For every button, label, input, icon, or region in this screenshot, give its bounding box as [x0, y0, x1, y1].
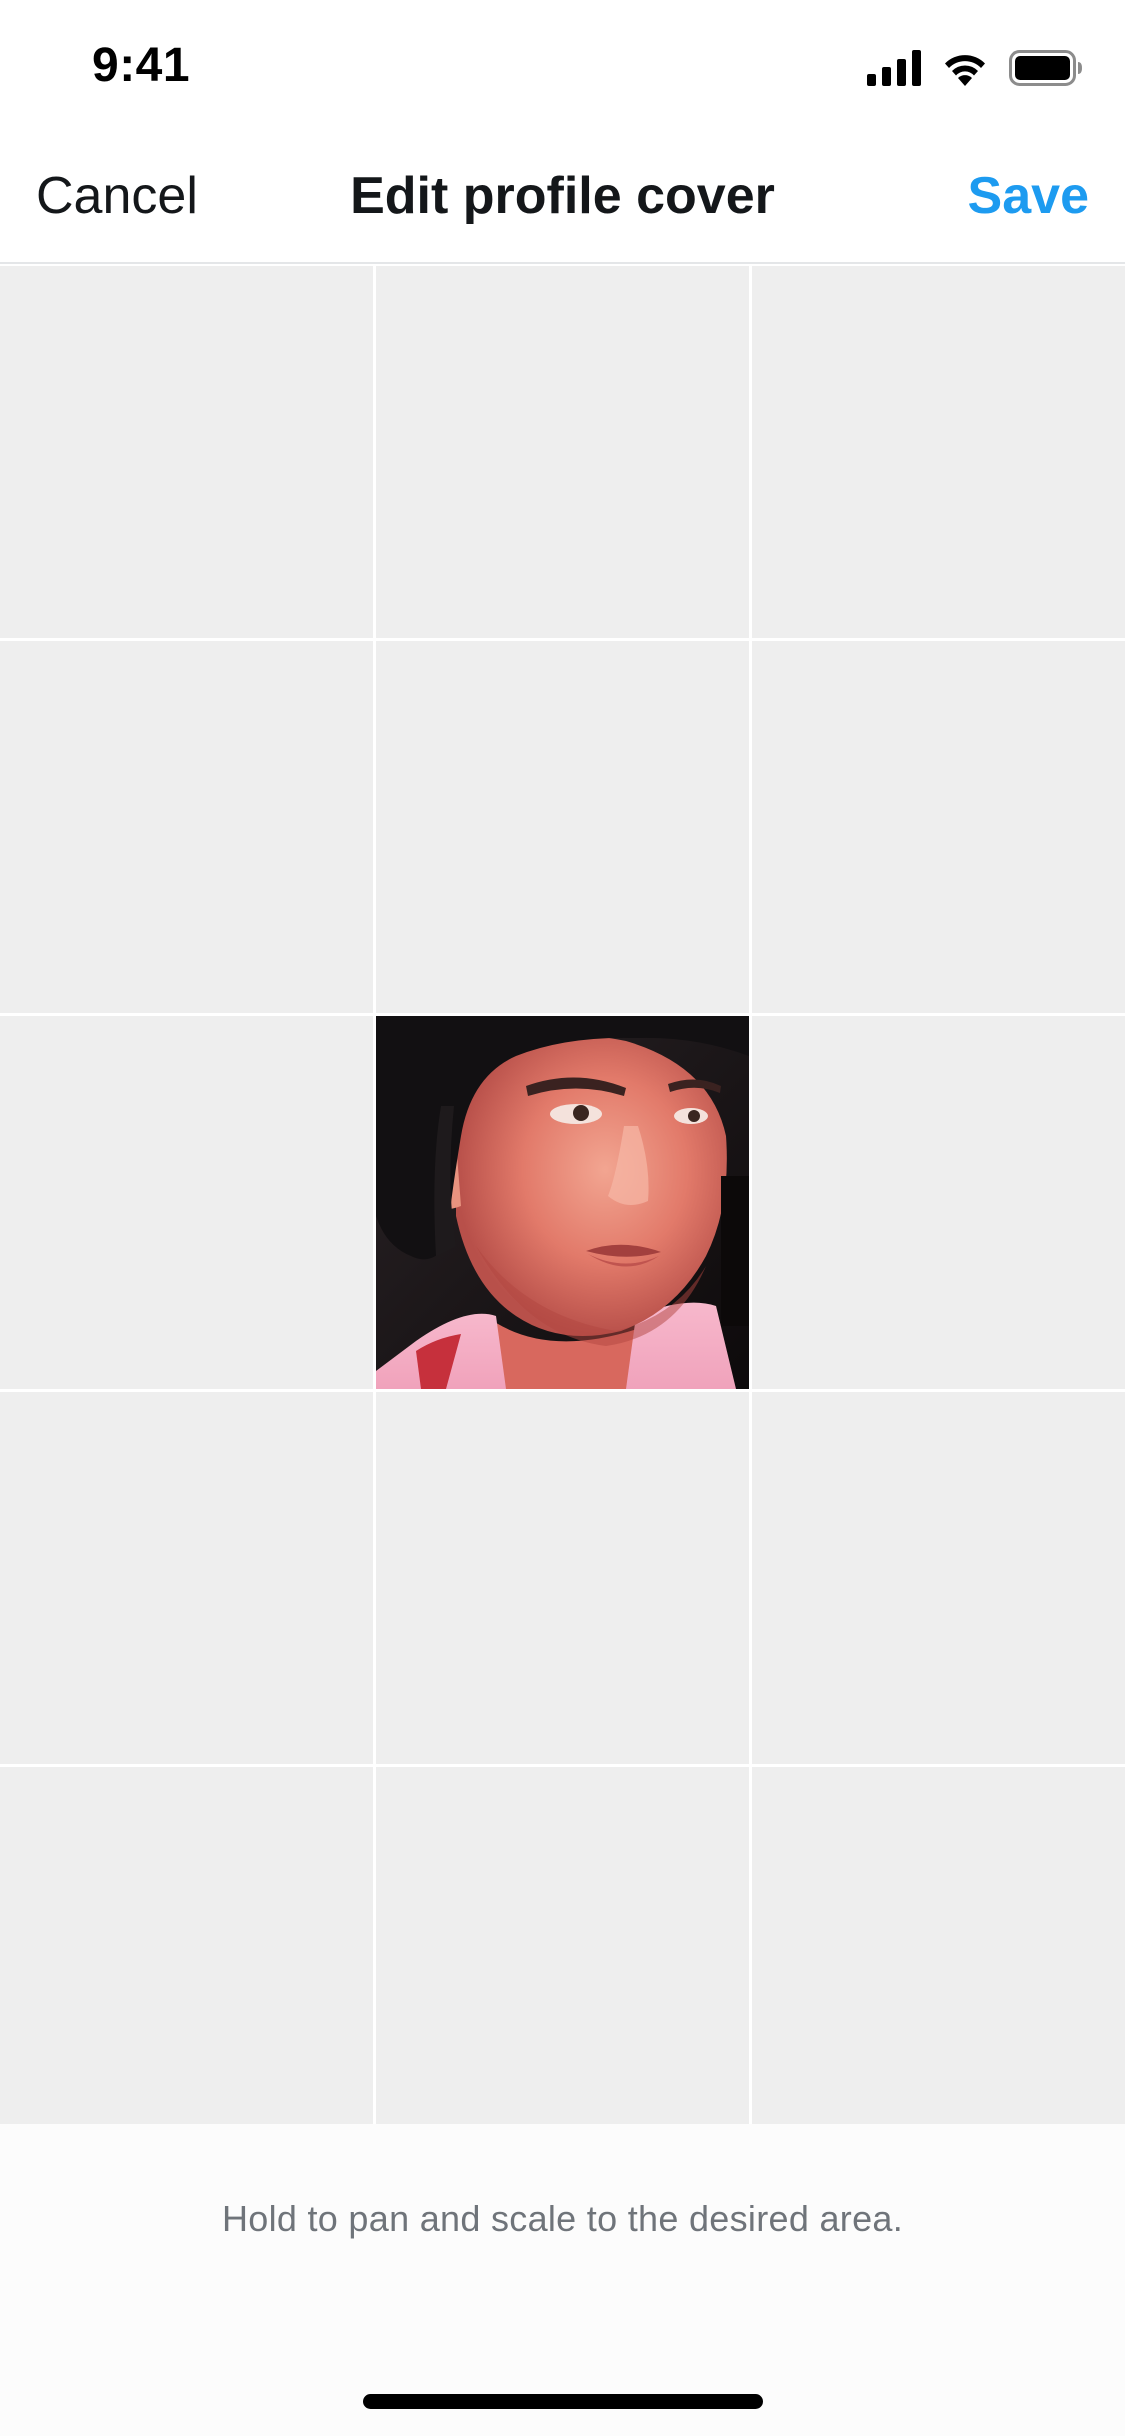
- grid-cell: [376, 1392, 749, 1764]
- status-icons: [867, 48, 1083, 92]
- save-button[interactable]: Save: [968, 166, 1089, 226]
- battery-icon: [1009, 49, 1083, 91]
- grid-cell: [752, 1016, 1125, 1389]
- grid-cell: [0, 641, 373, 1013]
- crop-area[interactable]: [0, 266, 1125, 2124]
- hint-text: Hold to pan and scale to the desired are…: [221, 2198, 904, 2239]
- status-time: 9:41: [92, 39, 191, 92]
- grid-cell: [376, 1767, 749, 2124]
- grid-cell: [0, 266, 373, 638]
- grid-cell: [0, 1767, 373, 2124]
- wifi-icon: [941, 50, 989, 91]
- bottom-panel: Hold to pan and scale to the desired are…: [0, 2124, 1125, 2436]
- grid-cell: [376, 266, 749, 638]
- cancel-button[interactable]: Cancel: [36, 166, 198, 226]
- portrait-photo: [376, 1016, 749, 1389]
- grid-cell: [752, 1392, 1125, 1764]
- edit-profile-cover-screen: 9:41 Cancel Edit profile cover Save Hold…: [0, 0, 1125, 2436]
- grid-cell: [0, 1392, 373, 1764]
- profile-photo-image[interactable]: [376, 1016, 749, 1389]
- status-bar: 9:41: [0, 0, 1125, 132]
- home-indicator[interactable]: [363, 2394, 763, 2409]
- grid-cell: [752, 266, 1125, 638]
- grid-cell: [752, 1767, 1125, 2124]
- cellular-signal-icon: [867, 49, 921, 91]
- nav-bar: Cancel Edit profile cover Save: [0, 132, 1125, 264]
- grid-cell: [0, 1016, 373, 1389]
- grid-cell: [752, 641, 1125, 1013]
- grid-cell: [376, 641, 749, 1013]
